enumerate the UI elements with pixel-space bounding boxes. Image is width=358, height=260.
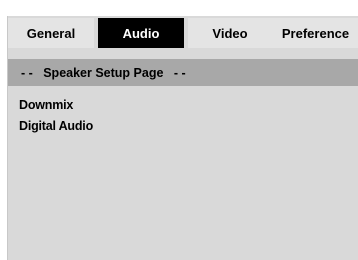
tab-audio[interactable]: Audio bbox=[98, 18, 184, 48]
menu-item-digital-audio[interactable]: Digital Audio bbox=[19, 116, 93, 137]
setup-menu-panel: General Audio Video Preference - - Speak… bbox=[7, 16, 358, 260]
menu-item-downmix[interactable]: Downmix bbox=[19, 95, 93, 116]
tab-bar: General Audio Video Preference bbox=[8, 18, 358, 48]
settings-menu: Downmix Digital Audio bbox=[19, 95, 93, 137]
tab-preference[interactable]: Preference bbox=[272, 18, 358, 48]
page-title: - - Speaker Setup Page - - bbox=[21, 65, 186, 80]
tab-general[interactable]: General bbox=[8, 18, 94, 48]
tab-general-label: General bbox=[26, 25, 76, 41]
page-title-bar: - - Speaker Setup Page - - bbox=[8, 59, 358, 86]
tab-video[interactable]: Video bbox=[188, 18, 272, 48]
tab-audio-label: Audio bbox=[122, 25, 160, 41]
tab-video-label: Video bbox=[212, 25, 248, 41]
tab-preference-label: Preference bbox=[281, 25, 350, 41]
